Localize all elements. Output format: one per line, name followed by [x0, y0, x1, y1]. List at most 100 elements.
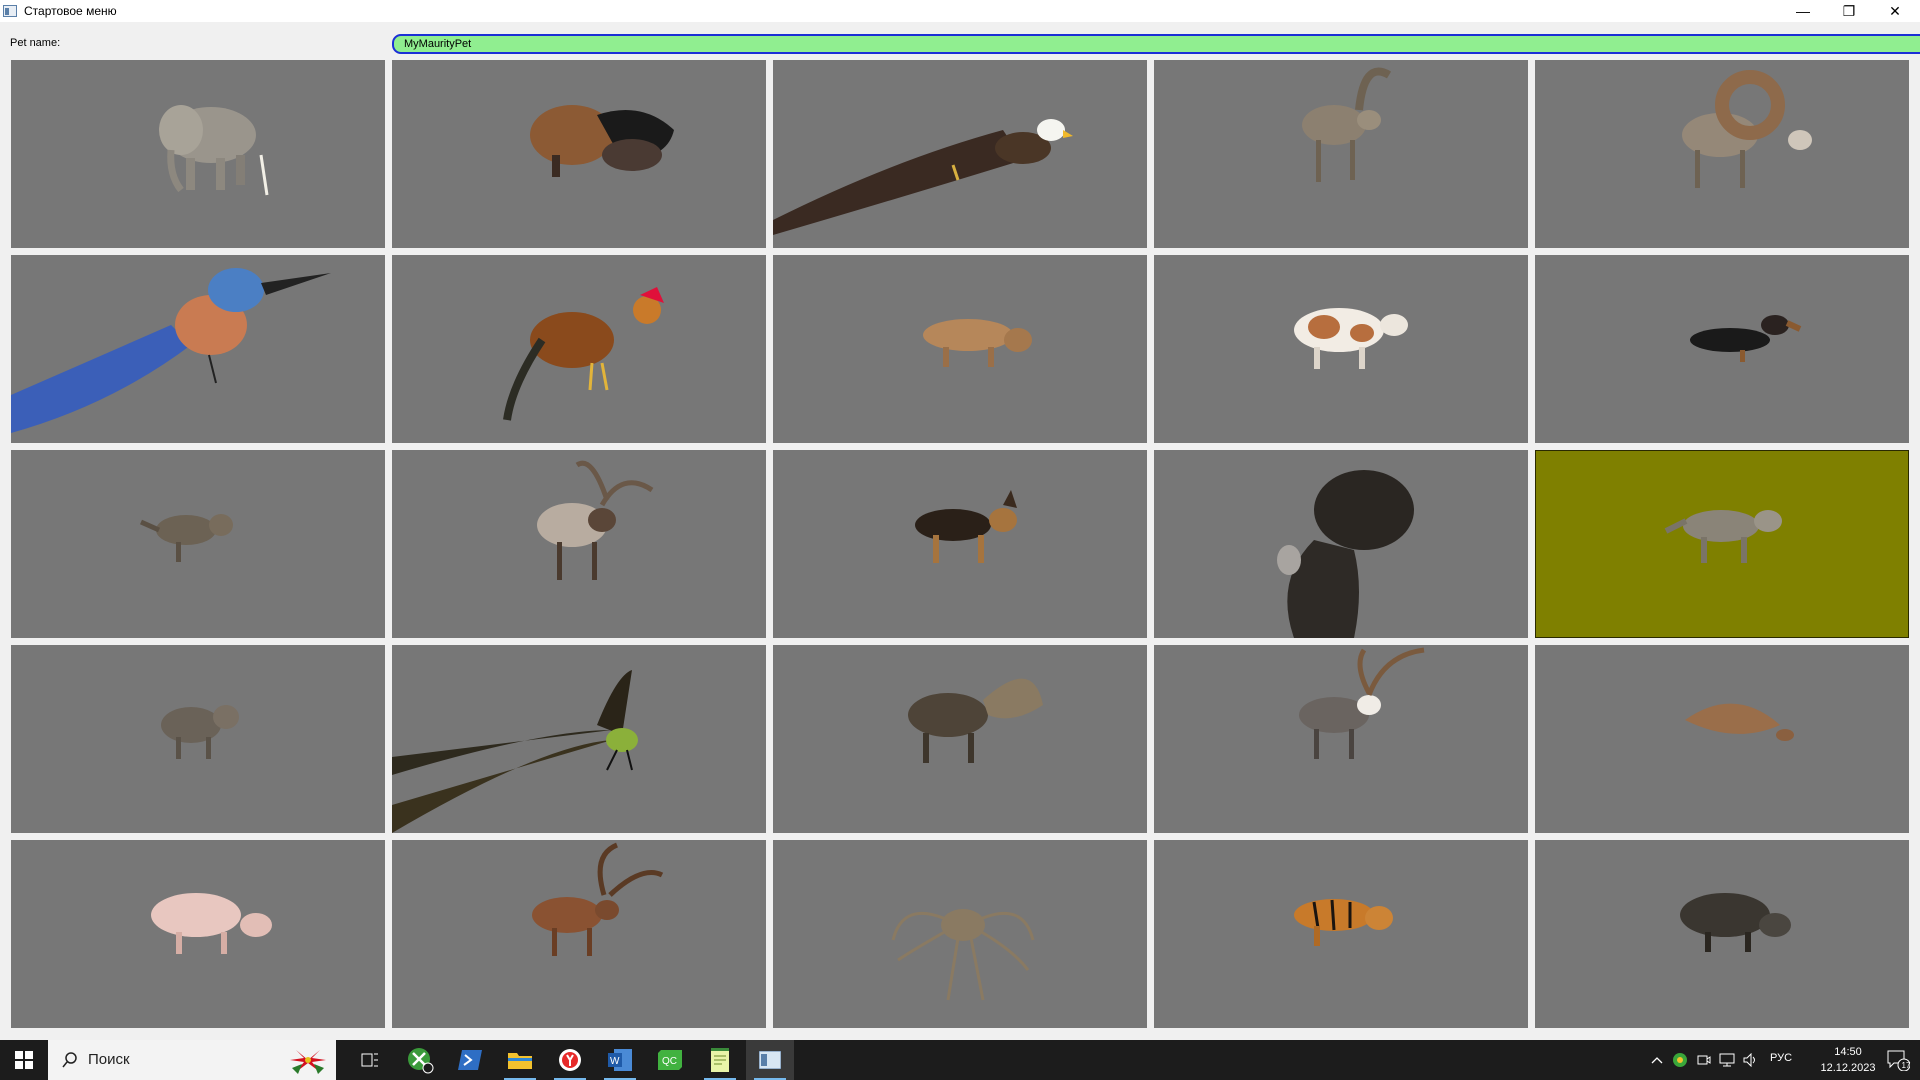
windows-logo-icon — [15, 1051, 33, 1069]
animal-tile-wildcat[interactable] — [11, 450, 385, 638]
word-app-button[interactable]: W — [596, 1040, 644, 1080]
animal-tile-elephant[interactable] — [11, 60, 385, 248]
tray-network-button[interactable] — [1716, 1040, 1738, 1080]
xbox-icon — [408, 1048, 434, 1074]
tray-volume-button[interactable] — [1740, 1040, 1762, 1080]
pig-image — [151, 893, 272, 954]
animal-grid — [11, 60, 1909, 1028]
bluebird-image — [11, 268, 331, 433]
file-explorer-app-button[interactable] — [496, 1040, 544, 1080]
red-deer-image — [532, 842, 664, 956]
wolf-image — [1664, 510, 1782, 563]
poinsettia-icon — [290, 1050, 326, 1074]
yandex-disk-icon — [1673, 1053, 1687, 1067]
animal-tile-wolf-pup[interactable] — [11, 645, 385, 833]
speaker-icon — [1743, 1053, 1755, 1067]
bighorn-sheep-image — [1682, 70, 1812, 188]
tray-meet-now-button[interactable] — [1694, 1040, 1714, 1080]
tray-overflow-button[interactable] — [1648, 1040, 1666, 1080]
network-icon — [1719, 1053, 1735, 1067]
gorilla-image — [1277, 470, 1414, 638]
pet-app-button[interactable] — [746, 1040, 794, 1080]
spider-image — [891, 909, 1035, 1001]
wildcat-image — [139, 514, 233, 562]
animal-tile-deer-buck[interactable] — [1154, 645, 1528, 833]
notepad-icon — [711, 1048, 729, 1072]
window-title: Стартовое меню — [24, 4, 117, 18]
powershell-app-button[interactable] — [446, 1040, 494, 1080]
animal-tile-dragonfly[interactable] — [392, 645, 766, 833]
rooster-image — [503, 287, 664, 421]
animal-tile-rooster[interactable] — [392, 255, 766, 443]
moose-image — [908, 678, 1043, 763]
tray-yandex-disk-button[interactable] — [1670, 1040, 1690, 1080]
clock-date: 12.12.2023 — [1820, 1062, 1876, 1074]
elephant-image — [159, 105, 269, 196]
animal-tile-gorilla[interactable] — [1154, 450, 1528, 638]
elk-image — [537, 460, 654, 580]
camera-icon — [1697, 1055, 1711, 1065]
animal-tile-boar[interactable] — [1535, 840, 1909, 1028]
minimize-button[interactable]: — — [1780, 0, 1826, 22]
svg-text:QC: QC — [662, 1056, 677, 1067]
ibex-image — [1302, 67, 1392, 182]
eagle-image — [773, 119, 1073, 235]
app-window-icon — [3, 5, 17, 17]
animal-tile-bison[interactable] — [392, 60, 766, 248]
animal-tile-tiger[interactable] — [1154, 840, 1528, 1028]
german-shepherd-image — [915, 490, 1017, 563]
chevron-up-icon — [1651, 1057, 1663, 1064]
animal-tile-pangolin[interactable] — [1535, 645, 1909, 833]
animal-tile-dachshund[interactable] — [1535, 255, 1909, 443]
xbox-app-button[interactable] — [396, 1040, 444, 1080]
search-icon — [62, 1052, 77, 1068]
animal-tile-wolf[interactable] — [1535, 450, 1909, 638]
animal-tile-cougar[interactable] — [773, 255, 1147, 443]
animal-tile-bighorn-sheep[interactable] — [1535, 60, 1909, 248]
animal-tile-cow[interactable] — [1154, 255, 1528, 443]
pet-name-label: Pet name: — [10, 37, 61, 49]
dragonfly-image — [392, 670, 638, 833]
animal-tile-spider[interactable] — [773, 840, 1147, 1028]
tray-language-indicator[interactable]: РУС — [1770, 1052, 1792, 1064]
maximize-button[interactable]: ❐ — [1826, 0, 1872, 22]
yandex-browser-app-button[interactable] — [546, 1040, 594, 1080]
notification-center-button[interactable]: 17 — [1880, 1040, 1916, 1080]
clock-time: 14:50 — [1834, 1046, 1862, 1058]
animal-tile-german-shepherd[interactable] — [773, 450, 1147, 638]
search-placeholder: Поиск — [88, 1051, 130, 1068]
title-bar: Стартовое меню — ❐ ✕ — [0, 0, 1920, 22]
cow-image — [1294, 308, 1408, 369]
notepad-app-button[interactable] — [696, 1040, 744, 1080]
app-window-icon — [759, 1051, 781, 1069]
animal-tile-ibex[interactable] — [1154, 60, 1528, 248]
start-button[interactable] — [0, 1040, 48, 1080]
animal-tile-red-deer[interactable] — [392, 840, 766, 1028]
powershell-icon — [458, 1050, 482, 1070]
animal-tile-elk[interactable] — [392, 450, 766, 638]
word-icon: W — [608, 1049, 632, 1071]
svg-text:W: W — [610, 1056, 620, 1067]
taskbar-search-box[interactable]: Поиск — [48, 1040, 336, 1080]
animal-tile-pig[interactable] — [11, 840, 385, 1028]
pet-name-input[interactable] — [392, 34, 1920, 54]
animal-tile-bluebird[interactable] — [11, 255, 385, 443]
cougar-image — [923, 319, 1032, 367]
taskbar: Поиск W QC РУС 14:50 12.12.2023 17 — [0, 1040, 1920, 1080]
task-view-button[interactable] — [346, 1040, 394, 1080]
tiger-image — [1294, 899, 1393, 946]
boar-image — [1680, 893, 1791, 952]
task-view-icon — [361, 1053, 378, 1067]
tray-clock[interactable]: 14:50 12.12.2023 — [1818, 1044, 1878, 1076]
animal-tile-moose[interactable] — [773, 645, 1147, 833]
folder-icon — [508, 1053, 532, 1069]
qt-creator-app-button[interactable]: QC — [646, 1040, 694, 1080]
animal-tile-eagle[interactable] — [773, 60, 1147, 248]
bison-image — [530, 105, 674, 177]
notification-count: 17 — [1901, 1061, 1911, 1070]
wolf-pup-image — [161, 705, 239, 759]
dachshund-image — [1690, 315, 1802, 362]
pangolin-image — [1685, 703, 1794, 741]
close-button[interactable]: ✕ — [1872, 0, 1918, 22]
deer-buck-image — [1299, 647, 1425, 759]
